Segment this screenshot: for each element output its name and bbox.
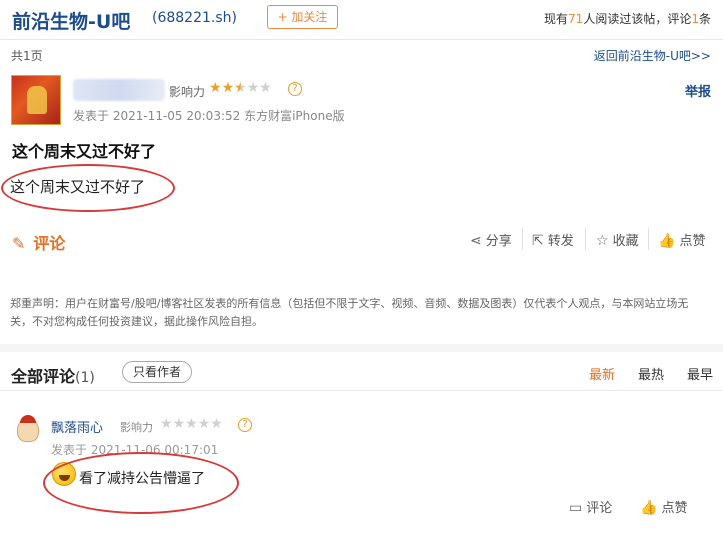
thumbs-up-icon: 👍 — [658, 233, 676, 249]
forward-button[interactable]: ⇱ 转发 — [532, 230, 574, 249]
like-label: 点赞 — [679, 234, 706, 249]
action-divider — [522, 228, 523, 250]
comment-like-label: 点赞 — [661, 501, 688, 516]
comment-icon: ▭ — [569, 500, 583, 516]
star-icon: ★ — [197, 416, 211, 432]
favorite-label: 收藏 — [612, 234, 639, 249]
star-icon: ★ — [160, 416, 173, 432]
reply-label: 评论 — [586, 501, 613, 516]
forward-icon: ⇱ — [532, 233, 544, 249]
share-button[interactable]: ⋖ 分享 — [470, 230, 512, 249]
influence-label: 影响力 — [169, 85, 206, 99]
pencil-icon: ✎ — [12, 234, 26, 253]
comment-item: 飘落雨心 影响力 ★★★★★ ? 发表于 2021-11-06 00:17:01… — [0, 405, 723, 533]
commenter-name[interactable]: 飘落雨心 — [51, 417, 103, 436]
commenter-influence-label: 影响力 — [120, 421, 153, 434]
action-divider — [648, 228, 649, 250]
comments-title-text: 全部评论 — [11, 367, 76, 386]
comment-reply-button[interactable]: ▭ 评论 — [569, 497, 612, 516]
bar-title[interactable]: 前沿生物-U吧 — [12, 7, 130, 34]
influence-stars: ★★★★★ — [209, 80, 272, 96]
comments-header: 全部评论(1) 只看作者 最新 最热 最早 — [0, 353, 723, 391]
thumbs-up-icon: 👍 — [640, 500, 658, 516]
forward-label: 转发 — [547, 234, 574, 249]
readers-info: 现有71人阅读过该帖，评论1条 — [544, 10, 711, 27]
commenter-influence-stars: ★★★★★ — [160, 416, 223, 432]
comments-title: 全部评论(1) — [11, 363, 95, 387]
comment-like-button[interactable]: 👍 点赞 — [640, 497, 687, 516]
help-icon[interactable]: ? — [238, 418, 252, 432]
star-icon: ★ — [210, 416, 223, 432]
stock-code[interactable]: (688221.sh) — [152, 10, 237, 26]
follow-button[interactable]: + 加关注 — [267, 5, 338, 29]
section-divider — [0, 344, 723, 352]
star-icon: ★ — [221, 80, 235, 96]
annotation-oval — [43, 452, 239, 514]
star-icon: ★ — [246, 80, 260, 96]
readers-mid: 人阅读过该帖，评论 — [583, 12, 692, 26]
help-icon[interactable]: ? — [288, 82, 302, 96]
half-star-icon: ★ — [234, 80, 247, 96]
page-header: 前沿生物-U吧 (688221.sh) + 加关注 现有71人阅读过该帖，评论1… — [0, 0, 723, 40]
back-link[interactable]: 返回前沿生物-U吧>> — [594, 47, 711, 64]
star-icon: ★ — [259, 80, 272, 96]
comment-header[interactable]: ✎ 评论 — [12, 230, 65, 254]
star-icon: ★ — [209, 80, 222, 96]
author-name-blurred[interactable] — [73, 79, 165, 101]
comments-count: 1 — [691, 12, 699, 26]
star-outline-icon: ☆ — [596, 233, 609, 249]
share-icon: ⋖ — [470, 233, 482, 249]
commenter-avatar[interactable] — [17, 415, 39, 442]
author-only-toggle[interactable]: 只看作者 — [122, 361, 192, 383]
report-button[interactable]: 举报 — [685, 81, 711, 100]
star-icon: ★ — [185, 416, 198, 432]
comments-title-count: (1) — [75, 370, 95, 386]
like-button[interactable]: 👍 点赞 — [658, 230, 705, 249]
readers-count: 71 — [568, 12, 584, 26]
action-divider — [585, 228, 586, 250]
sort-hottest[interactable]: 最热 — [638, 364, 664, 383]
page-count: 共1页 — [11, 49, 43, 63]
share-label: 分享 — [485, 234, 512, 249]
sort-newest[interactable]: 最新 — [589, 364, 615, 383]
sort-oldest[interactable]: 最早 — [687, 364, 713, 383]
disclaimer: 郑重声明：用户在财富号/股吧/博客社区发表的所有信息（包括但不限于文字、视频、音… — [10, 297, 689, 328]
post-time: 发表于 2021-11-05 20:03:52 东方财富iPhone版 — [73, 109, 345, 123]
star-icon: ★ — [172, 416, 186, 432]
annotation-oval — [1, 164, 175, 212]
readers-prefix: 现有 — [544, 12, 569, 26]
post-title: 这个周末又过不好了 — [12, 142, 157, 161]
readers-suffix: 条 — [698, 12, 711, 26]
post: 影响力 ★★★★★ ? 发表于 2021-11-05 20:03:52 东方财富… — [0, 70, 723, 338]
sub-bar: 共1页 返回前沿生物-U吧>> — [0, 44, 723, 64]
comment-label: 评论 — [33, 234, 66, 253]
author-avatar[interactable] — [11, 75, 61, 125]
favorite-button[interactable]: ☆ 收藏 — [596, 230, 639, 249]
